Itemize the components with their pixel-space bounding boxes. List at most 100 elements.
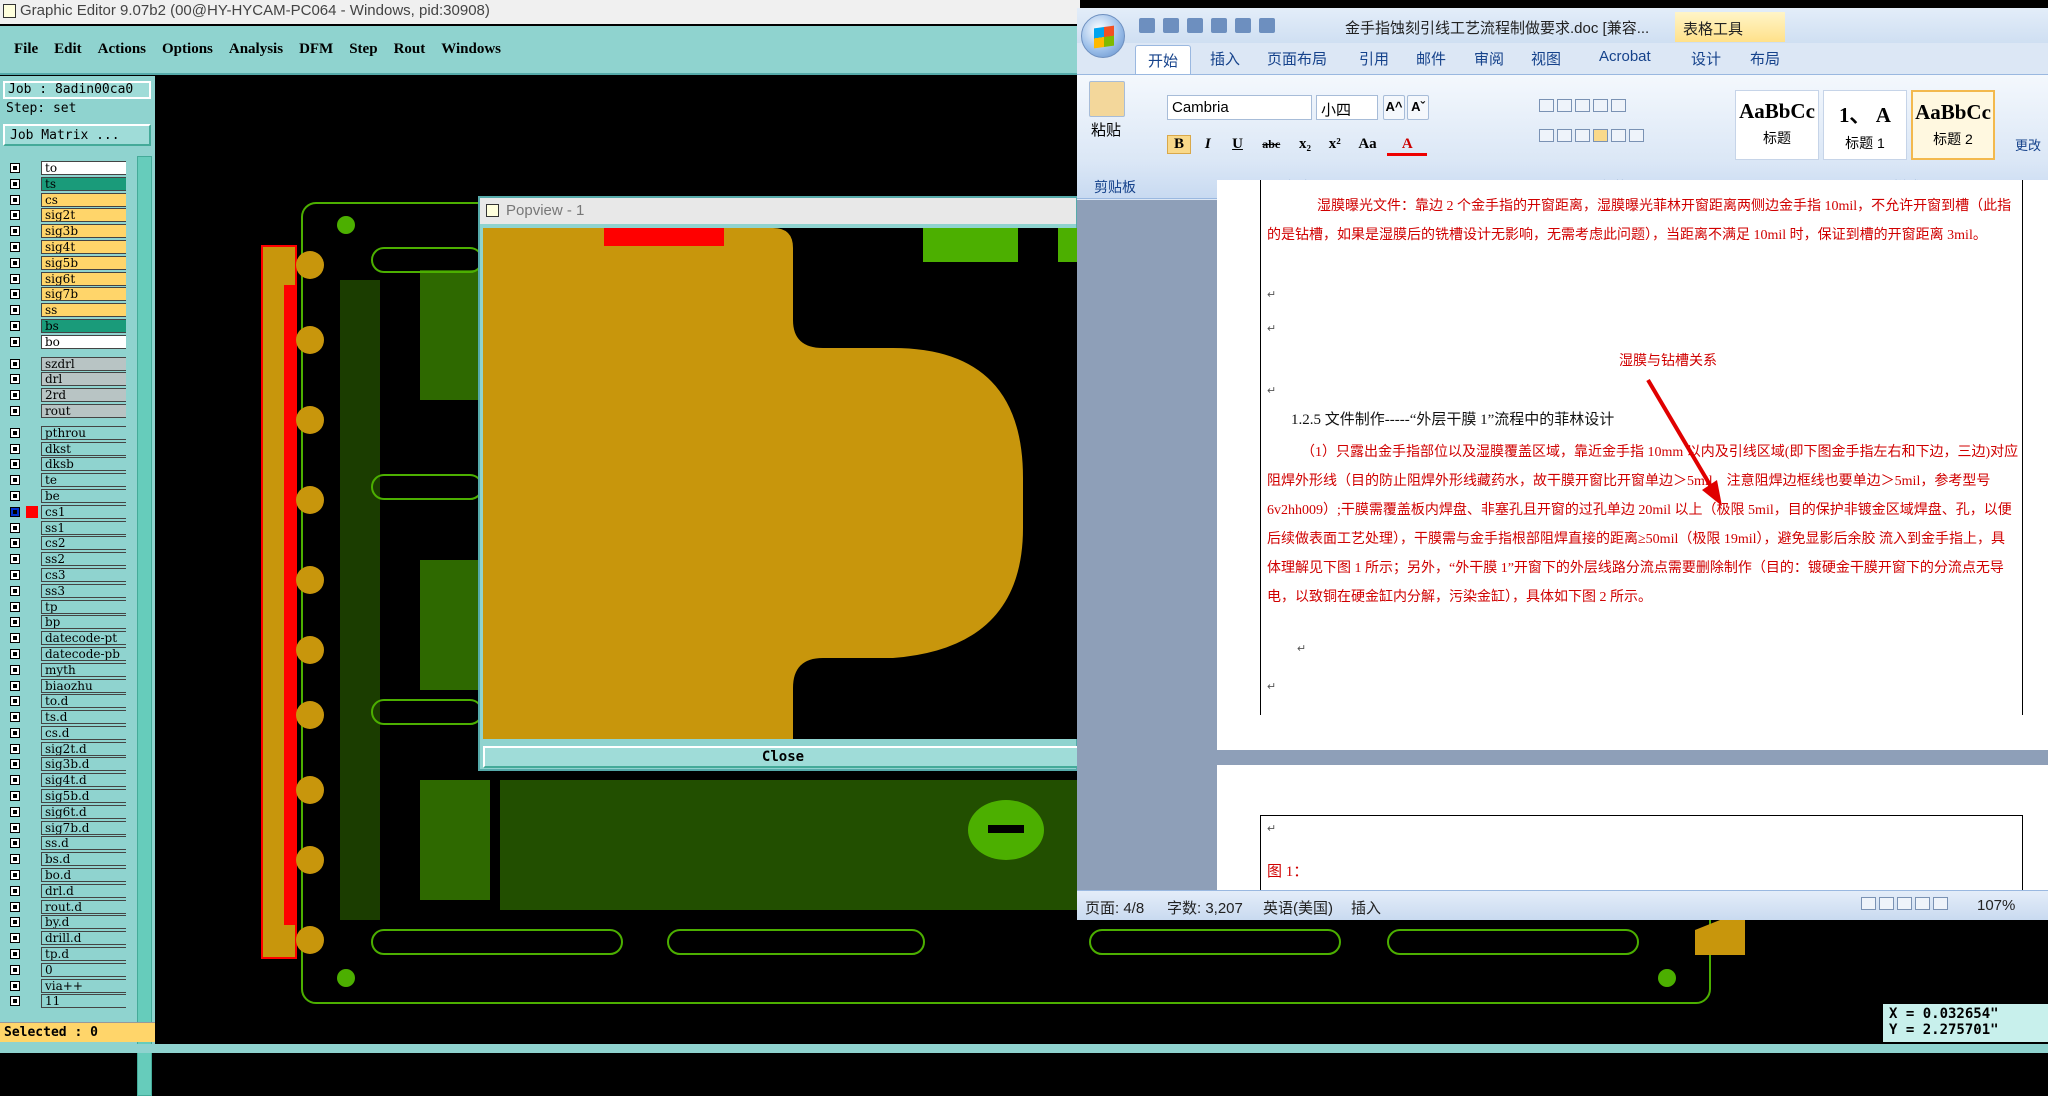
change-case-button[interactable]: Aa (1352, 136, 1384, 153)
layer-row[interactable]: drl (5, 371, 126, 387)
layer-checkbox[interactable] (10, 194, 20, 205)
layer-row[interactable]: cs (5, 192, 126, 208)
layer-checkbox[interactable] (10, 305, 20, 316)
layer-row[interactable]: datecode-pt (5, 630, 126, 646)
align-left-icon[interactable] (1539, 129, 1554, 142)
italic-button[interactable]: I (1195, 136, 1221, 153)
layer-row[interactable]: tp.d (5, 946, 126, 962)
layer-checkbox[interactable] (10, 358, 20, 369)
layer-row[interactable]: sig4t.d (5, 772, 126, 788)
superscript-button[interactable]: x² (1322, 136, 1348, 153)
layer-name[interactable]: ss1 (41, 520, 126, 535)
layer-name[interactable]: to.d (41, 694, 126, 709)
popview-canvas[interactable] (483, 228, 1083, 739)
layer-row[interactable]: drl.d (5, 883, 126, 899)
layer-checkbox[interactable] (10, 405, 20, 416)
decrease-indent-icon[interactable] (1593, 99, 1608, 112)
layer-color-swatch[interactable] (26, 427, 38, 439)
layer-row[interactable]: 0 (5, 962, 126, 978)
layer-color-swatch[interactable] (26, 853, 38, 865)
layer-color-swatch[interactable] (26, 711, 38, 723)
multilevel-list-icon[interactable] (1575, 99, 1590, 112)
layer-row[interactable]: sig2t (5, 207, 126, 223)
layer-checkbox[interactable] (10, 289, 20, 300)
layer-checkbox[interactable] (10, 854, 20, 865)
layer-color-swatch[interactable] (26, 743, 38, 755)
layer-name[interactable]: bo (41, 334, 126, 349)
spellcheck-icon[interactable] (1259, 18, 1275, 34)
layer-checkbox[interactable] (10, 680, 20, 691)
layer-color-swatch[interactable] (26, 288, 38, 300)
layer-color-swatch[interactable] (26, 995, 38, 1007)
save-icon[interactable] (1139, 18, 1155, 34)
layer-row[interactable]: sig5b.d (5, 788, 126, 804)
layer-color-swatch[interactable] (26, 680, 38, 692)
layer-color-swatch[interactable] (26, 304, 38, 316)
tab-home[interactable]: 开始 (1135, 45, 1192, 75)
layer-row[interactable]: bp (5, 614, 126, 630)
layer-color-swatch[interactable] (26, 822, 38, 834)
layer-color-swatch[interactable] (26, 601, 38, 613)
layer-color-swatch[interactable] (26, 948, 38, 960)
word-count[interactable]: 字数: 3,207 (1167, 897, 1243, 918)
layer-row[interactable]: sig6t (5, 271, 126, 287)
layer-name[interactable]: dkst (41, 441, 126, 456)
layer-name[interactable]: sig3b (41, 224, 126, 239)
layer-row[interactable]: dksb (5, 456, 126, 472)
layer-row[interactable]: cs1 (5, 504, 126, 520)
layer-name[interactable]: sig2t.d (41, 741, 126, 756)
layer-row[interactable]: ts.d (5, 709, 126, 725)
layer-name[interactable]: rout.d (41, 899, 126, 914)
print-icon[interactable] (1235, 18, 1251, 34)
layer-name[interactable]: szdrl (41, 356, 126, 371)
layer-row[interactable]: sig7b.d (5, 820, 126, 836)
layer-checkbox[interactable] (10, 901, 20, 912)
layer-row[interactable]: cs3 (5, 567, 126, 583)
layer-checkbox[interactable] (10, 336, 20, 347)
layer-color-swatch[interactable] (26, 758, 38, 770)
layer-color-swatch[interactable] (26, 273, 38, 285)
layer-checkbox[interactable] (10, 427, 20, 438)
shrink-font-button[interactable]: Aˇ (1407, 95, 1429, 120)
layer-row[interactable]: pthrou (5, 425, 126, 441)
layer-color-swatch[interactable] (26, 505, 38, 518)
layer-checkbox[interactable] (10, 870, 20, 881)
tab-insert[interactable]: 插入 (1210, 48, 1240, 69)
layer-color-swatch[interactable] (26, 664, 38, 676)
layer-name[interactable]: cs2 (41, 536, 126, 551)
layer-checkbox[interactable] (10, 320, 20, 331)
layer-row[interactable]: ss.d (5, 835, 126, 851)
layer-name[interactable]: datecode-pt (41, 631, 126, 646)
underline-button[interactable]: U (1225, 136, 1251, 153)
layer-name[interactable]: drl.d (41, 883, 126, 898)
layer-name[interactable]: rout (41, 403, 126, 418)
layer-row[interactable]: dkst (5, 441, 126, 457)
layer-name[interactable]: sig7b.d (41, 820, 126, 835)
layer-color-swatch[interactable] (26, 225, 38, 237)
layer-checkbox[interactable] (10, 443, 20, 454)
layer-name[interactable]: sig5b (41, 255, 126, 270)
increase-indent-icon[interactable] (1611, 99, 1626, 112)
layer-color-swatch[interactable] (26, 458, 38, 470)
layer-color-swatch[interactable] (26, 358, 38, 370)
layer-checkbox[interactable] (10, 743, 20, 754)
layer-row[interactable]: myth (5, 662, 126, 678)
layer-color-swatch[interactable] (26, 209, 38, 221)
layer-color-swatch[interactable] (26, 885, 38, 897)
bold-button[interactable]: B (1167, 135, 1191, 154)
page-5[interactable]: ↵ 图 1： (1217, 765, 2048, 920)
full-screen-icon[interactable] (1879, 897, 1894, 910)
layer-name[interactable]: te (41, 473, 126, 488)
layer-color-swatch[interactable] (26, 837, 38, 849)
layer-color-swatch[interactable] (26, 932, 38, 944)
layer-name[interactable]: ss3 (41, 583, 126, 598)
layer-row[interactable]: cs.d (5, 725, 126, 741)
layer-row[interactable]: bs.d (5, 851, 126, 867)
layer-color-swatch[interactable] (26, 178, 38, 190)
font-color-button[interactable]: A (1387, 136, 1428, 156)
layer-color-swatch[interactable] (26, 695, 38, 707)
layer-checkbox[interactable] (10, 554, 20, 565)
layer-name[interactable]: datecode-pb (41, 646, 126, 661)
layer-row[interactable]: rout (5, 403, 126, 419)
layer-checkbox[interactable] (10, 163, 20, 173)
